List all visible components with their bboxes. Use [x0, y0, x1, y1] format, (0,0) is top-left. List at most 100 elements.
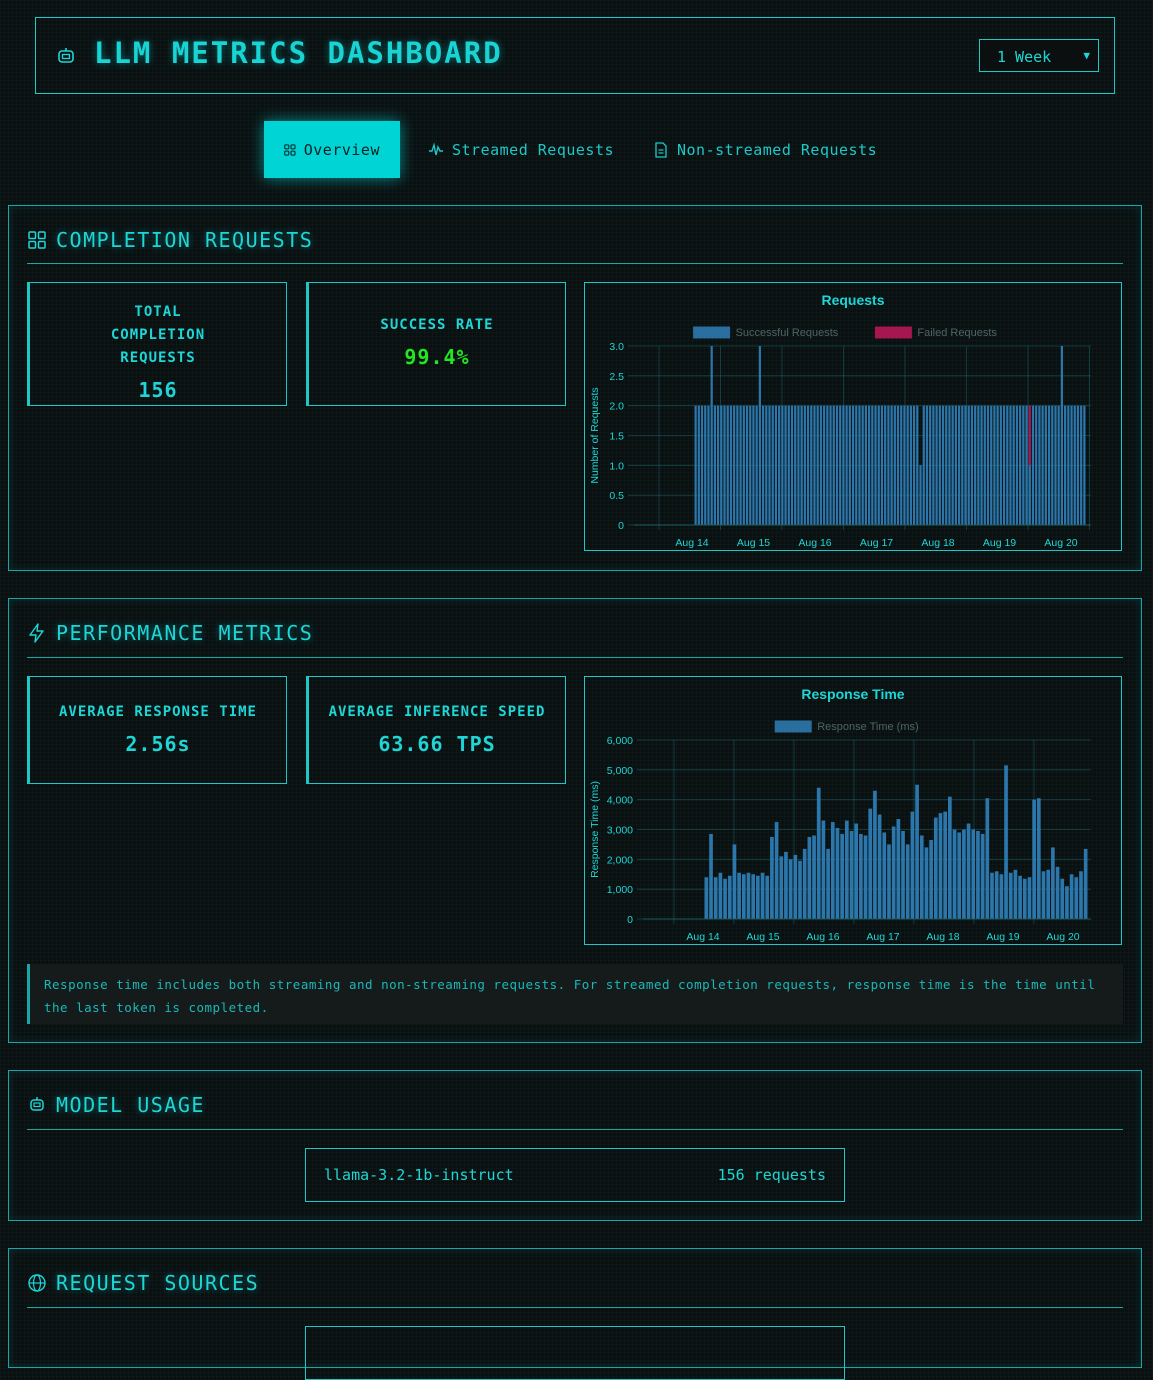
bar [905, 844, 910, 919]
bar [1035, 405, 1038, 525]
bar [723, 405, 726, 525]
bar [915, 784, 919, 919]
bar [1004, 765, 1008, 919]
bar [925, 405, 929, 525]
bar [733, 405, 736, 525]
bar [816, 405, 819, 525]
bar [848, 405, 851, 525]
bar [966, 823, 971, 919]
bar [929, 839, 933, 919]
performance-metrics-section: PERFORMANCE METRICS AVERAGE RESPONSE TIM… [8, 598, 1142, 1043]
model-request-count: 156 requests [717, 1166, 826, 1184]
bar [1054, 405, 1057, 525]
bar [723, 878, 727, 919]
response-time-chart-svg: Response Time Response Time (ms) 0 1,000 2,0… [589, 686, 1091, 943]
bar [779, 856, 784, 919]
bar [1031, 405, 1035, 525]
tab-non-streamed-requests[interactable]: Non-streamed Requests [653, 121, 877, 178]
bar [802, 848, 807, 919]
x-tick-label: Aug 16 [806, 931, 839, 943]
bar [788, 859, 793, 919]
bar [901, 830, 905, 919]
bar [996, 405, 999, 525]
bar [797, 405, 800, 525]
tab-streamed-requests[interactable]: Streamed Requests [428, 121, 614, 178]
y-tick-label: 1.5 [609, 431, 624, 443]
legend-swatch [693, 326, 731, 339]
bar [887, 844, 891, 919]
bar [1006, 405, 1009, 525]
x-tick-label: Aug 17 [866, 931, 899, 943]
bar [745, 405, 749, 525]
section-divider [27, 1129, 1123, 1130]
section-title: PERFORMANCE METRICS [56, 621, 314, 645]
bar [1060, 346, 1064, 525]
bar [839, 405, 842, 525]
bar [697, 405, 700, 525]
bar [1044, 405, 1047, 525]
bar [813, 405, 816, 525]
bar [718, 872, 723, 919]
bar [751, 874, 756, 919]
bar [713, 405, 716, 525]
grid-icon [28, 231, 46, 249]
bar [880, 405, 884, 525]
bar [709, 833, 713, 919]
bar [1076, 405, 1080, 525]
bar [1012, 405, 1015, 525]
stat-label: AVERAGE INFERENCE SPEED [328, 704, 546, 720]
bar [948, 796, 952, 919]
x-tick-label: Aug 19 [986, 931, 1019, 943]
avg-response-time-card: AVERAGE RESPONSE TIME 2.56s [27, 676, 287, 784]
bar [790, 405, 794, 525]
bar [835, 405, 839, 525]
bar [864, 405, 868, 525]
response-time-note: Response time includes both streaming an… [27, 964, 1123, 1024]
bar [765, 405, 768, 525]
bar [732, 844, 737, 919]
lightning-icon [29, 623, 44, 643]
bar [1041, 871, 1046, 919]
bar [835, 828, 840, 919]
bar [999, 874, 1004, 919]
bar [919, 835, 924, 919]
bar [1080, 405, 1083, 525]
bar [985, 798, 990, 919]
y-tick-label: 6,000 [607, 735, 633, 747]
y-tick-label: 4,000 [607, 795, 633, 807]
bar [980, 833, 985, 919]
bar [1060, 878, 1065, 919]
tab-streamed-label: Streamed Requests [452, 140, 615, 159]
tab-overview[interactable]: Overview [264, 121, 400, 178]
x-tick-label: Aug 14 [675, 537, 708, 549]
bar [961, 405, 964, 525]
bar [760, 872, 765, 919]
y-tick-label: 0 [627, 914, 633, 926]
stat-label: TOTAL COMPLETION REQUESTS [110, 304, 206, 366]
bar [910, 811, 915, 919]
bar [742, 405, 745, 525]
bar [768, 405, 771, 525]
bar [884, 405, 887, 525]
robot-icon [30, 1097, 44, 1111]
time-range-select[interactable]: 1 Week ▼ [979, 39, 1099, 72]
bar [957, 832, 962, 919]
performance-section-header: PERFORMANCE METRICS [27, 618, 313, 648]
bar [741, 874, 746, 919]
bar [1002, 405, 1006, 525]
bar [952, 829, 957, 919]
bar [1051, 847, 1055, 919]
bar [916, 405, 919, 525]
bar [970, 405, 974, 525]
bar [739, 405, 742, 525]
bar [720, 405, 723, 525]
bar [924, 847, 929, 919]
bar [858, 405, 861, 525]
bar [855, 405, 858, 525]
bar [726, 405, 729, 525]
bar [890, 405, 893, 525]
legend-swatch [774, 720, 812, 733]
x-tick-label: Aug 16 [798, 537, 831, 549]
bar [871, 405, 874, 525]
section-title: COMPLETION REQUESTS [56, 228, 314, 252]
